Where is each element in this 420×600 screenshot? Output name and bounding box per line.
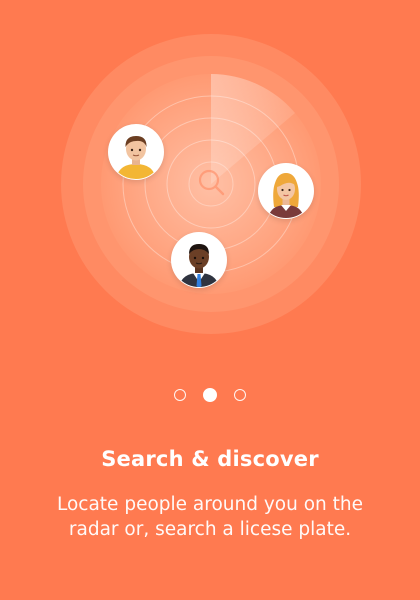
person-avatar-icon[interactable] bbox=[258, 163, 314, 219]
onboarding-description-line-1: Locate people around you on the bbox=[57, 494, 363, 515]
onboarding-screen[interactable]: Search & discover Locate people around y… bbox=[0, 0, 420, 600]
onboarding-description-line-2: radar or, search a licese plate. bbox=[68, 519, 352, 540]
page-dot-1[interactable] bbox=[174, 389, 186, 401]
onboarding-title: Search & discover bbox=[101, 447, 319, 471]
radar-rings bbox=[61, 34, 361, 334]
person-avatar-icon[interactable] bbox=[108, 124, 164, 180]
page-indicator bbox=[0, 388, 420, 403]
radar-illustration bbox=[0, 0, 420, 360]
page-dot-3[interactable] bbox=[234, 389, 246, 401]
onboarding-description: Locate people around you on the radar or… bbox=[0, 492, 420, 542]
page-dot-2-active[interactable] bbox=[203, 388, 217, 402]
person-avatar-icon[interactable] bbox=[171, 232, 227, 288]
